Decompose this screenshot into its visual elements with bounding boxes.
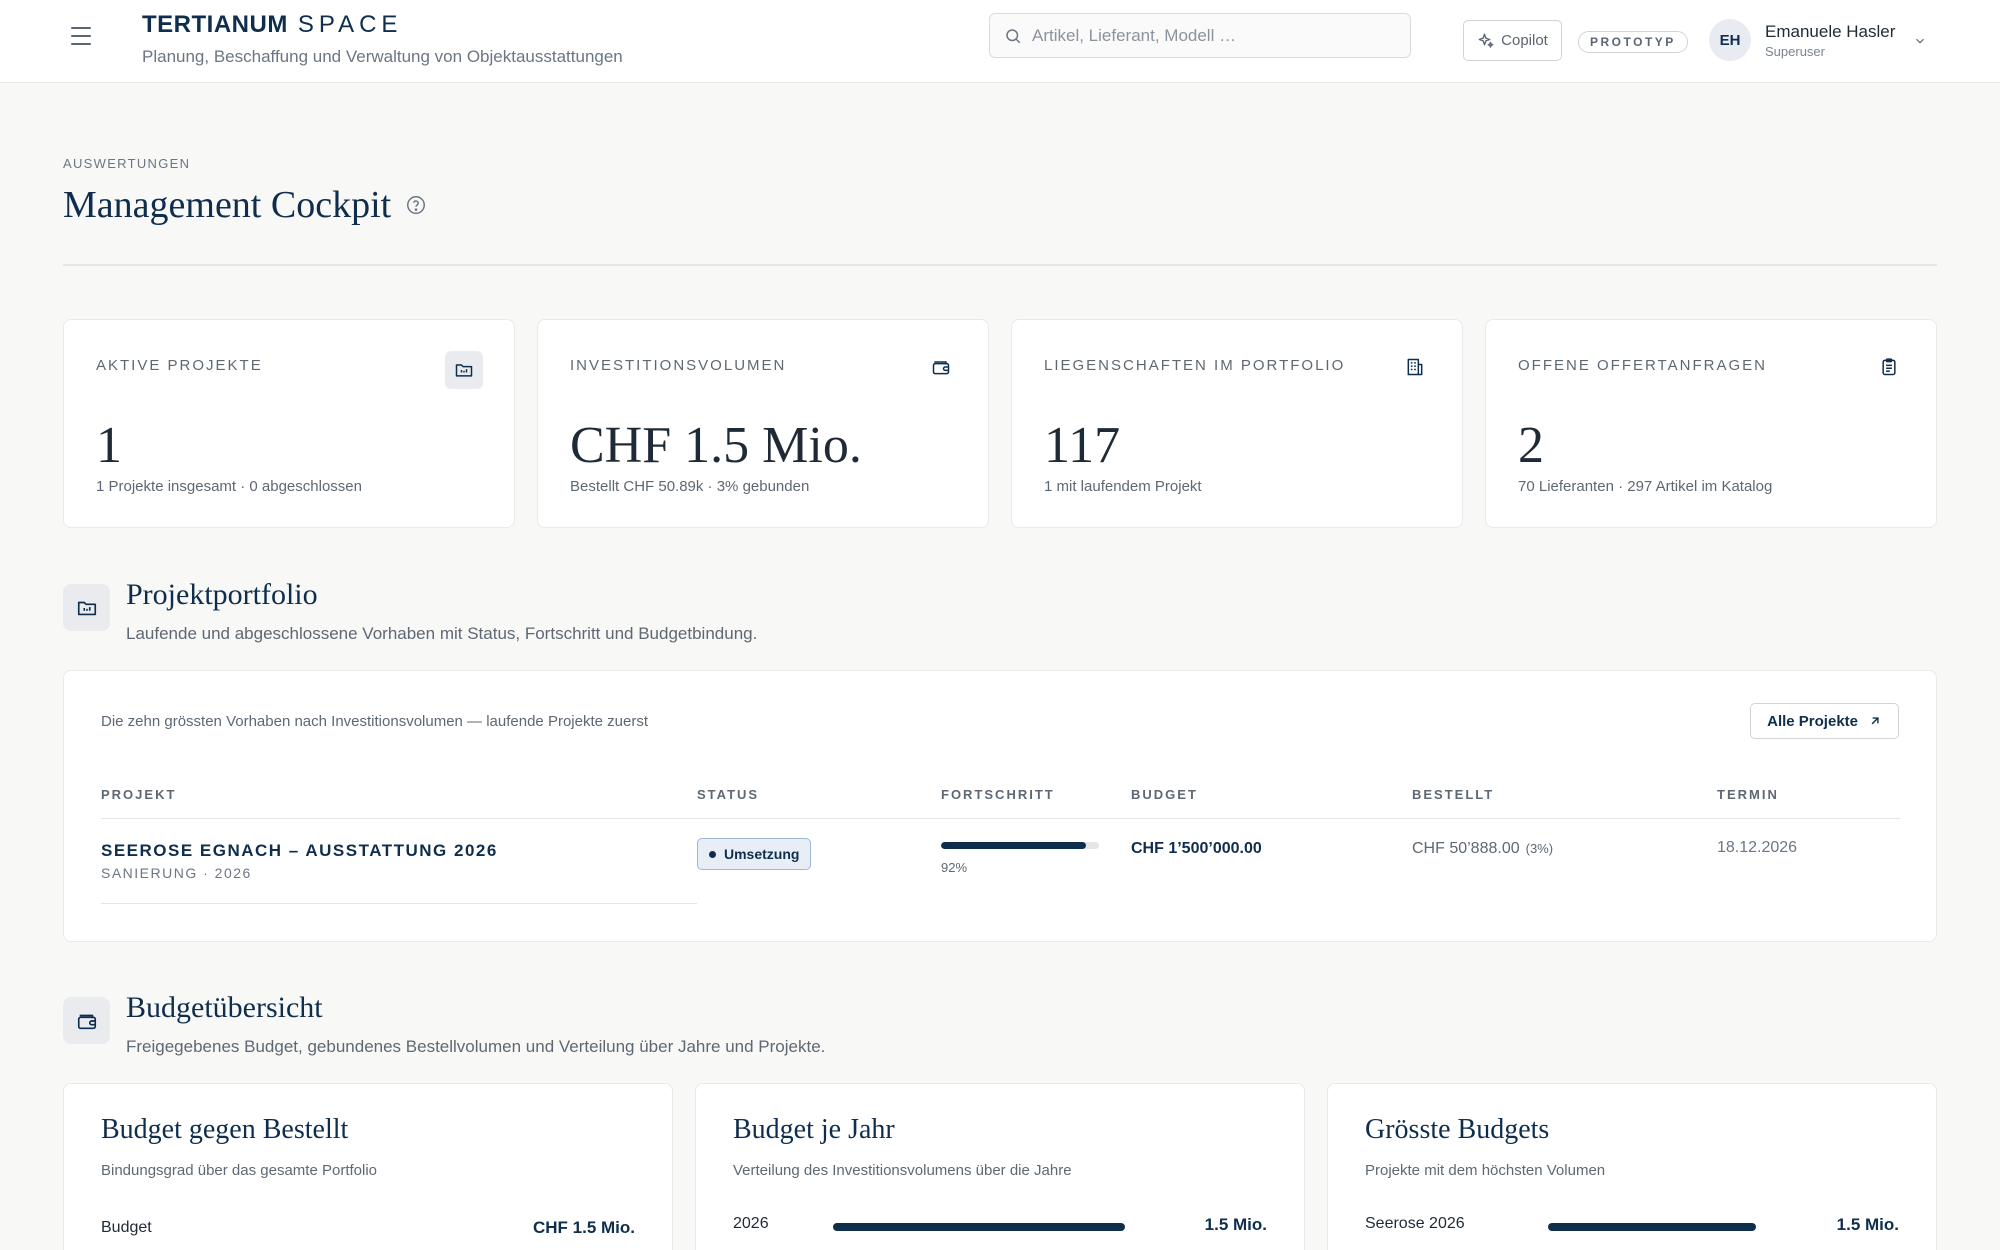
kpi-value: 1 [96, 417, 122, 474]
project-meta: SANIERUNG · 2026 [101, 865, 252, 881]
budget-section-icon [63, 997, 110, 1044]
budget-card-per-year: Budget je Jahr Verteilung des Investitio… [695, 1083, 1305, 1250]
card-title: Budget gegen Bestellt [101, 1114, 349, 1145]
card-subtitle: Verteilung des Investitionsvolumens über… [733, 1162, 1072, 1179]
user-menu[interactable]: EH Emanuele Hasler Superuser [1709, 19, 1927, 61]
ordered-amount: CHF 50’888.00 [1412, 840, 1520, 857]
chevron-down-icon [1916, 38, 1925, 44]
copilot-button[interactable]: Copilot [1463, 20, 1562, 61]
kpi-value: 117 [1044, 417, 1121, 474]
user-name: Emanuele Hasler [1765, 21, 1896, 41]
row-value: CHF 1.5 Mio. [532, 1218, 635, 1237]
clipboard-icon [1874, 352, 1904, 382]
kpi-sub: 1 Projekte insgesamt · 0 abgeschlossen [96, 478, 362, 495]
divider [63, 264, 1937, 266]
deadline-value: 18.12.2026 [1717, 839, 1798, 856]
status-label: Umsetzung [724, 846, 800, 862]
status-dot [709, 850, 716, 858]
kpi-value: CHF 1.5 Mio. [570, 417, 862, 474]
kpi-label: INVESTITIONSVOLUMEN [570, 357, 787, 374]
sparkle-icon [1478, 33, 1494, 48]
wallet-icon [926, 352, 956, 382]
user-role: Superuser [1765, 43, 1825, 59]
kpi-sub: 70 Lieferanten · 297 Artikel im Katalog [1518, 478, 1773, 495]
progress-fill [941, 842, 1087, 849]
row-divider [101, 903, 697, 904]
table-header-divider [101, 818, 1900, 819]
kpi-label: OFFENE OFFERTANFRAGEN [1518, 357, 1767, 374]
search-icon [1006, 28, 1021, 43]
status-badge: Umsetzung [697, 838, 812, 870]
column-header-status[interactable]: STATUS [697, 787, 759, 802]
copilot-label: Copilot [1501, 32, 1548, 49]
arrow-up-right-icon [1871, 717, 1879, 725]
card-title: Grösste Budgets [1365, 1114, 1550, 1145]
row-value: 1.5 Mio. [1204, 1215, 1267, 1234]
ordered-value: CHF 50’888.00 (3%) [1412, 840, 1553, 858]
section-title-portfolio: Projektportfolio [126, 578, 318, 611]
brand[interactable]: TERTIANUM SPACE Planung, Beschaffung und … [142, 11, 623, 67]
folder-icon [445, 351, 483, 389]
page-title-text: Management Cockpit [63, 184, 392, 226]
page-eyebrow: AUSWERTUNGEN [63, 156, 191, 171]
column-header-progress[interactable]: FORTSCHRITT [941, 787, 1055, 802]
budget-card-vs-ordered: Budget gegen Bestellt Bindungsgrad über … [63, 1083, 673, 1250]
wallet-icon [77, 1014, 96, 1029]
column-header-ordered[interactable]: BESTELLT [1412, 787, 1494, 802]
section-subtitle-portfolio: Laufende und abgeschlossene Vorhaben mit… [126, 624, 758, 643]
menu-icon[interactable] [71, 22, 99, 50]
kpi-card-open-requests: OFFENE OFFERTANFRAGEN 2 70 Lieferanten ·… [1485, 319, 1937, 528]
row-label: 2026 [733, 1215, 769, 1232]
budget-bar [833, 1223, 1125, 1231]
prototype-badge: PROTOTYP [1578, 31, 1688, 53]
portfolio-section-icon [63, 584, 110, 631]
card-subtitle: Bindungsgrad über das gesamte Portfolio [101, 1162, 378, 1179]
section-title-budget: Budgetübersicht [126, 991, 323, 1024]
row-label: Seerose 2026 [1365, 1215, 1465, 1232]
brand-secondary: SPACE [297, 11, 403, 38]
brand-primary: TERTIANUM [142, 11, 288, 38]
kpi-label: LIEGENSCHAFTEN IM PORTFOLIO [1044, 357, 1346, 374]
top-bar: TERTIANUM SPACE Planung, Beschaffung und … [0, 0, 2000, 83]
budget-bar [1548, 1223, 1756, 1231]
search-box[interactable] [989, 13, 1411, 58]
row-label: Budget [101, 1219, 152, 1236]
all-projects-label: Alle Projekte [1767, 712, 1858, 730]
project-name-link[interactable]: SEEROSE EGNACH – AUSSTATTUNG 2026 [101, 841, 498, 861]
kpi-sub: Bestellt CHF 50.89k · 3% gebunden [570, 478, 810, 495]
kpi-sub: 1 mit laufendem Projekt [1044, 478, 1202, 495]
progress-bar [941, 842, 1099, 849]
column-header-deadline[interactable]: TERMIN [1717, 787, 1779, 802]
all-projects-button[interactable]: Alle Projekte [1750, 703, 1899, 739]
card-subtitle: Projekte mit dem höchsten Volumen [1365, 1162, 1606, 1179]
row-value: 1.5 Mio. [1836, 1215, 1899, 1234]
help-icon[interactable] [405, 194, 427, 216]
brand-tagline: Planung, Beschaffung und Verwaltung von … [142, 47, 623, 66]
search-input[interactable] [1032, 25, 1392, 46]
progress-label: 92% [941, 860, 968, 875]
kpi-card-properties: LIEGENSCHAFTEN IM PORTFOLIO 117 1 mit la… [1011, 319, 1463, 528]
column-header-project[interactable]: PROJEKT [101, 787, 176, 802]
portfolio-caption: Die zehn grössten Vorhaben nach Investit… [101, 713, 648, 730]
column-header-budget[interactable]: BUDGET [1131, 787, 1198, 802]
kpi-value: 2 [1518, 417, 1544, 474]
budget-value: CHF 1’500’000.00 [1131, 840, 1262, 857]
budget-card-largest: Grösste Budgets Projekte mit dem höchste… [1327, 1083, 1937, 1250]
folder-icon [77, 601, 96, 615]
portfolio-card: Die zehn grössten Vorhaben nach Investit… [63, 670, 1937, 942]
building-icon [1400, 352, 1430, 382]
card-title: Budget je Jahr [733, 1114, 895, 1145]
section-subtitle-budget: Freigegebenes Budget, gebundenes Bestell… [126, 1037, 826, 1056]
avatar: EH [1709, 19, 1751, 61]
ordered-percent: (3%) [1525, 841, 1554, 856]
kpi-card-active-projects: AKTIVE PROJEKTE 1 1 Projekte insgesamt ·… [63, 319, 515, 528]
kpi-card-investment: INVESTITIONSVOLUMEN CHF 1.5 Mio. Bestell… [537, 319, 989, 528]
kpi-label: AKTIVE PROJEKTE [96, 357, 263, 374]
page-title: Management Cockpit [63, 183, 427, 227]
